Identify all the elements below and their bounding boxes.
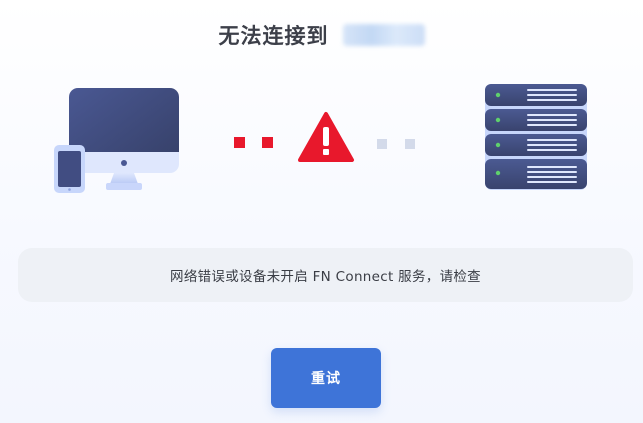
error-message-panel: 网络错误或设备未开启 FN Connect 服务，请检查 bbox=[18, 248, 633, 302]
disconnect-dots-right bbox=[377, 139, 415, 149]
connection-error-page: 无法连接到 网络错误或设备未开启 FN Connect 服务，请检查 重试 bbox=[0, 0, 643, 423]
connection-diagram bbox=[54, 84, 587, 193]
warning-triangle-icon bbox=[298, 112, 354, 162]
retry-button[interactable]: 重试 bbox=[271, 348, 381, 408]
computer-and-phone-icon bbox=[54, 88, 179, 193]
error-message: 网络错误或设备未开启 FN Connect 服务，请检查 bbox=[170, 269, 481, 285]
server-rack-icon bbox=[485, 84, 587, 190]
disconnect-dots-left bbox=[234, 137, 273, 148]
